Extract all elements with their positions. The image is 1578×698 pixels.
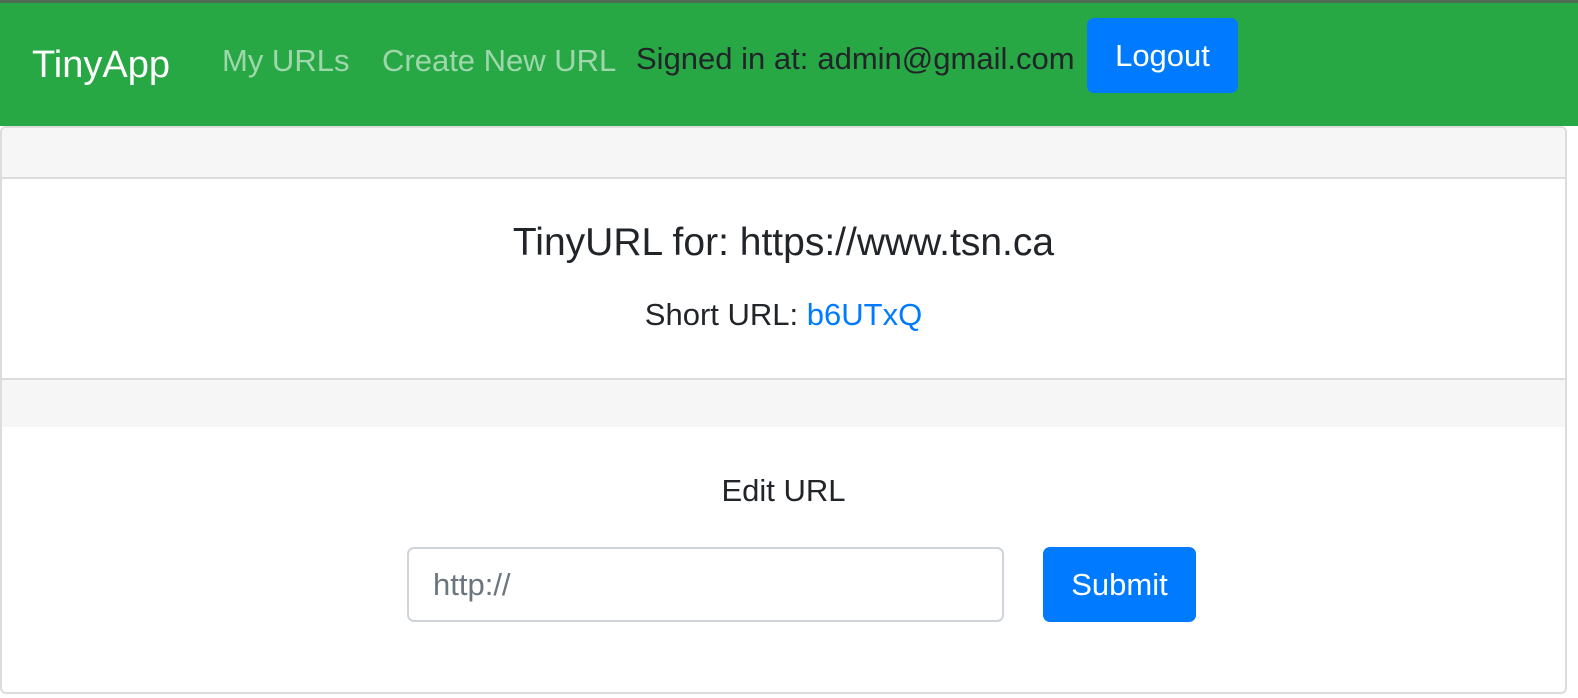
nav-link-my-urls[interactable]: My URLs xyxy=(222,41,349,81)
short-url-link[interactable]: b6UTxQ xyxy=(807,297,922,332)
url-card: TinyURL for: https://www.tsn.ca Short UR… xyxy=(0,126,1567,694)
card-header xyxy=(2,128,1565,179)
long-url: https://www.tsn.ca xyxy=(739,221,1055,264)
short-url-label: Short URL: xyxy=(644,297,799,332)
signed-in-label: Signed in at: xyxy=(636,41,809,76)
submit-button[interactable]: Submit xyxy=(1043,547,1196,622)
navbar: TinyApp My URLs Create New URL Signed in… xyxy=(0,0,1578,126)
signed-in-status: Signed in at: admin@gmail.com xyxy=(636,39,1075,79)
brand-link[interactable]: TinyApp xyxy=(32,42,170,88)
card-title: TinyURL for: https://www.tsn.ca xyxy=(2,219,1565,267)
long-url-input[interactable] xyxy=(407,547,1004,622)
logout-button[interactable]: Logout xyxy=(1087,18,1238,93)
card-footer xyxy=(2,378,1565,427)
card-title-prefix: TinyURL for: xyxy=(512,221,729,264)
card-body: TinyURL for: https://www.tsn.ca Short UR… xyxy=(2,179,1565,378)
signed-in-email: admin@gmail.com xyxy=(817,41,1075,76)
nav-link-create-new-url[interactable]: Create New URL xyxy=(382,41,616,81)
short-url-row: Short URL: b6UTxQ xyxy=(2,295,1565,335)
edit-url-title: Edit URL xyxy=(721,473,846,508)
